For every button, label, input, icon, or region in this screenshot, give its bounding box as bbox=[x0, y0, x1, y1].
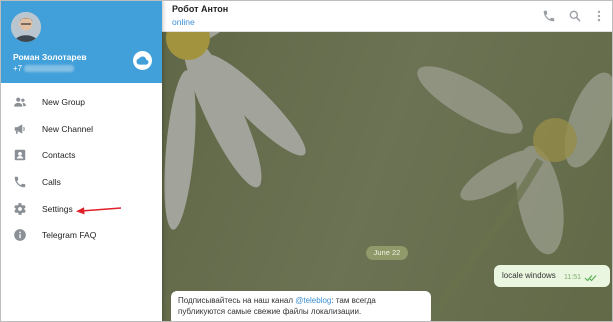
more-vertical-icon[interactable] bbox=[592, 9, 606, 23]
peer-status: online bbox=[172, 17, 195, 27]
cloud-icon bbox=[136, 56, 149, 65]
message-outgoing[interactable]: locale windows 11:51 bbox=[494, 265, 610, 287]
menu-item-label: Contacts bbox=[42, 150, 76, 160]
gear-icon bbox=[14, 203, 26, 215]
phone-icon bbox=[14, 176, 26, 188]
channel-link[interactable]: @teleblog bbox=[295, 296, 331, 305]
group-icon bbox=[14, 97, 26, 107]
message-incoming[interactable]: Подписывайтесь на наш канал @teleblog: т… bbox=[171, 291, 431, 322]
call-icon[interactable] bbox=[542, 9, 556, 23]
phone-redacted bbox=[24, 65, 74, 72]
search-icon[interactable] bbox=[568, 9, 582, 23]
menu-item-calls[interactable]: Calls bbox=[0, 169, 162, 195]
contact-card-icon bbox=[14, 149, 26, 161]
menu-item-new-group[interactable]: New Group bbox=[0, 89, 162, 115]
avatar[interactable] bbox=[11, 12, 41, 42]
message-text: locale windows bbox=[502, 271, 556, 280]
message-text: Подписывайтесь на наш канал bbox=[178, 296, 296, 305]
date-separator: June 22 bbox=[366, 246, 408, 260]
side-menu: Роман Золотарев +7 New Group New Channel bbox=[0, 0, 162, 322]
menu-item-label: New Group bbox=[42, 97, 85, 107]
double-check-icon bbox=[584, 275, 597, 282]
megaphone-icon bbox=[14, 124, 25, 134]
menu-item-label: Calls bbox=[42, 177, 61, 187]
message-time: 11:51 bbox=[564, 274, 581, 281]
menu-header: Роман Золотарев +7 bbox=[0, 0, 162, 83]
avatar-photo bbox=[11, 12, 41, 42]
info-icon bbox=[14, 229, 26, 241]
menu-item-label: Telegram FAQ bbox=[42, 230, 97, 240]
menu-item-label: Settings bbox=[42, 204, 73, 214]
user-name: Роман Золотарев bbox=[13, 52, 87, 62]
annotation-arrow bbox=[76, 207, 122, 215]
peer-name[interactable]: Робот Антон bbox=[172, 4, 228, 14]
menu-item-label: New Channel bbox=[42, 124, 94, 134]
menu-item-new-channel[interactable]: New Channel bbox=[0, 116, 162, 142]
menu-item-telegram-faq[interactable]: Telegram FAQ bbox=[0, 222, 162, 248]
chat-header: Робот Антон online bbox=[162, 0, 613, 32]
user-phone: +7 bbox=[13, 64, 23, 73]
saved-messages-button[interactable] bbox=[133, 51, 152, 70]
menu-item-contacts[interactable]: Contacts bbox=[0, 142, 162, 168]
